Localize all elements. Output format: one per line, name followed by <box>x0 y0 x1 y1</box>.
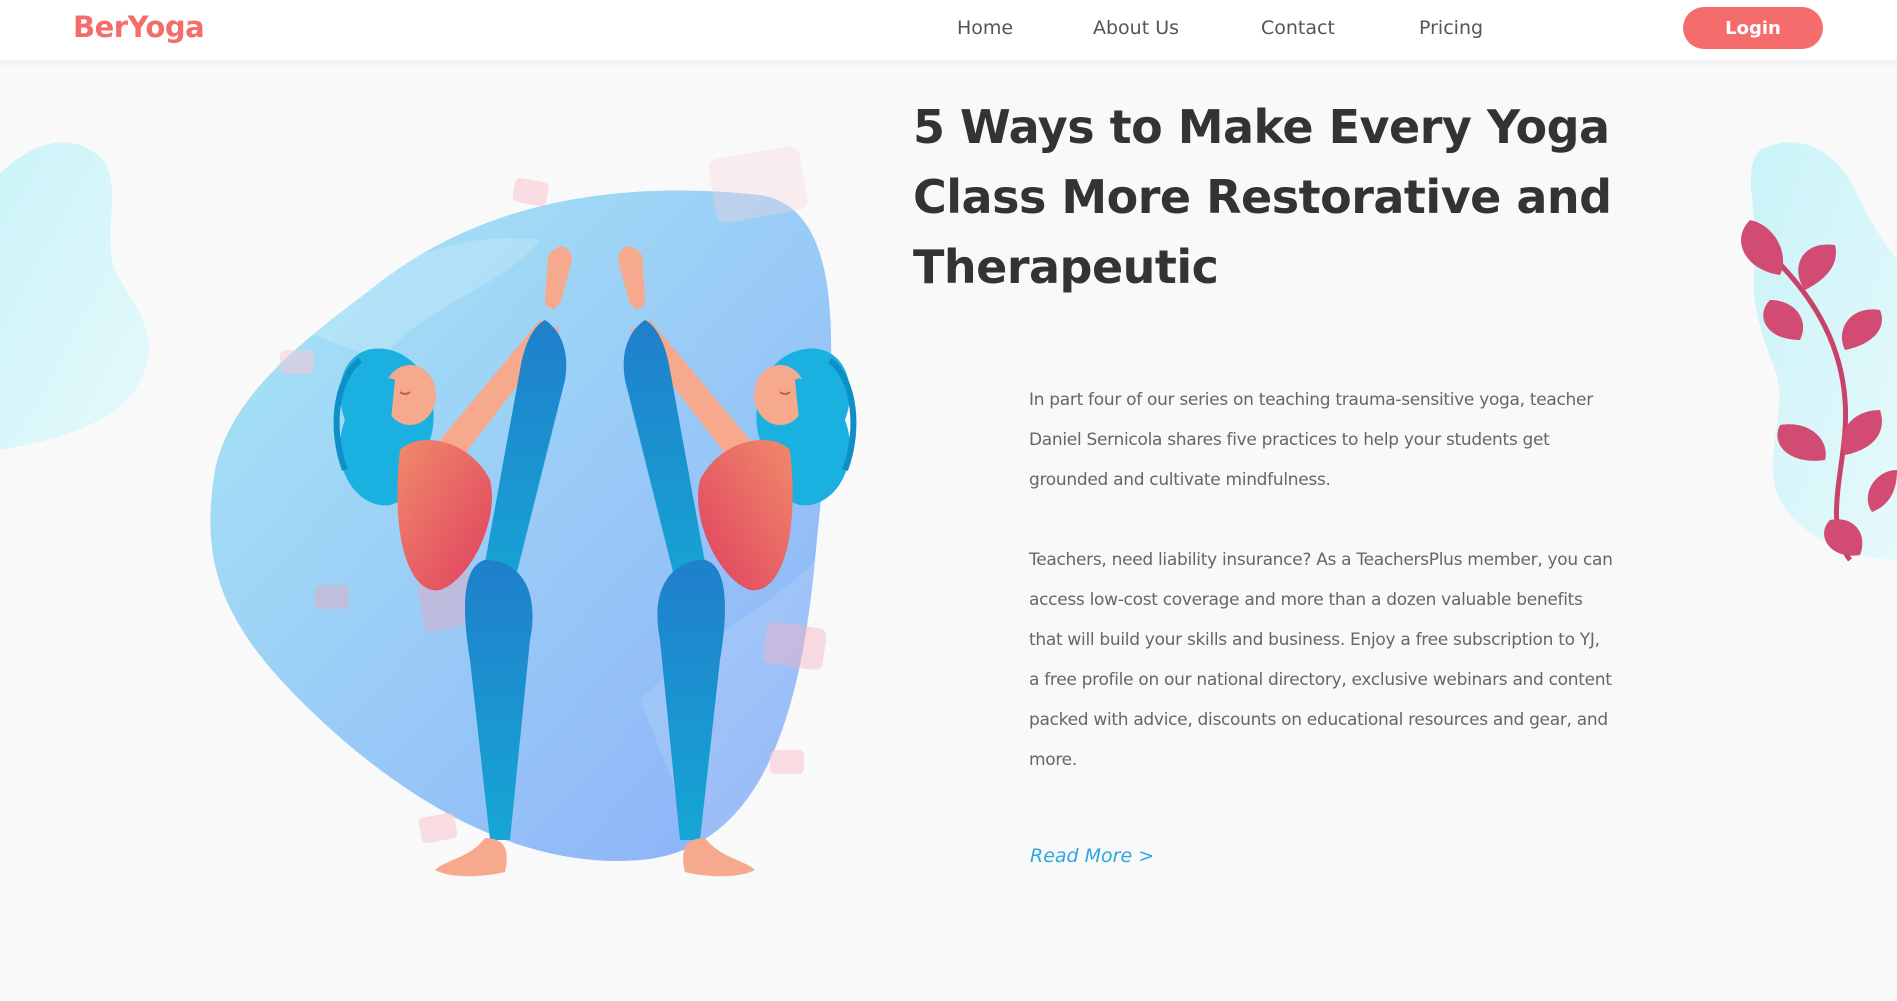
nav-pricing[interactable]: Pricing <box>1419 17 1483 39</box>
article-paragraph-intro: In part four of our series on teaching t… <box>1029 390 1593 490</box>
login-button[interactable]: Login <box>1683 7 1823 49</box>
left-blob-decoration <box>0 142 150 450</box>
nav-contact[interactable]: Contact <box>1261 17 1335 39</box>
nav-about-us[interactable]: About Us <box>1093 17 1179 39</box>
top-navbar: BerYoga Home About Us Contact Pricing Lo… <box>0 0 1897 60</box>
read-more-link[interactable]: Read More > <box>1030 845 1154 867</box>
article-paragraph-membership: Teachers, need liability insurance? As a… <box>1029 550 1613 770</box>
article-title: 5 Ways to Make Every Yoga Class More Res… <box>913 100 1612 294</box>
nav-home[interactable]: Home <box>957 17 1013 39</box>
brand-logo[interactable]: BerYoga <box>73 10 205 44</box>
